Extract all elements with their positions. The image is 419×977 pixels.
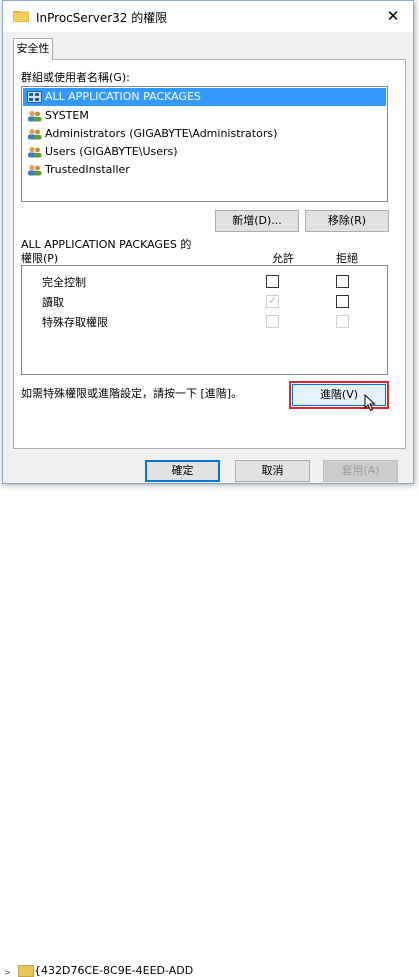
- dialog-title: InProcServer32 的權限: [36, 11, 168, 25]
- users-icon: [28, 146, 42, 158]
- users-icon: [28, 164, 42, 176]
- checkmark-icon: ✓: [268, 294, 278, 307]
- list-item-label: Users (GIGABYTE\Users): [45, 145, 178, 158]
- allow-special-checkbox[interactable]: [266, 315, 279, 328]
- close-icon: ✕: [386, 7, 400, 25]
- list-item-label: ALL APPLICATION PACKAGES: [45, 90, 201, 103]
- deny-special-checkbox[interactable]: [336, 315, 349, 328]
- permission-label: 讀取: [42, 296, 64, 309]
- add-button[interactable]: 新增(D)...: [215, 210, 299, 232]
- users-icon: [28, 110, 42, 122]
- permission-label: 特殊存取權限: [42, 316, 108, 329]
- apply-button[interactable]: 套用(A): [323, 460, 398, 482]
- list-item[interactable]: ALL APPLICATION PACKAGES: [23, 88, 386, 106]
- tab-security[interactable]: 安全性: [13, 38, 53, 60]
- list-item[interactable]: Administrators (GIGABYTE\Administrators): [23, 125, 386, 143]
- permissions-list: 完全控制 讀取 特殊存取權限 ✓: [21, 265, 388, 375]
- list-item[interactable]: TrustedInstaller: [23, 161, 386, 179]
- deny-read-checkbox[interactable]: [336, 295, 349, 308]
- list-item-label: SYSTEM: [45, 109, 89, 122]
- folder-icon: [13, 11, 29, 22]
- background-registry-key[interactable]: {432D76CE-8C9E-4EED-ADD: [34, 964, 193, 977]
- users-icon: [28, 128, 42, 140]
- groups-label: 群組或使用者名稱(G):: [21, 71, 130, 84]
- allow-full-control-checkbox[interactable]: [266, 275, 279, 288]
- permission-label: 完全控制: [42, 276, 86, 289]
- mouse-cursor-icon: [364, 394, 376, 412]
- advanced-hint: 如需特殊權限或進階設定，請按一下 [進階]。: [21, 387, 243, 400]
- list-item-label: TrustedInstaller: [45, 163, 130, 176]
- packages-icon: [27, 91, 42, 103]
- permissions-title-line2: 權限(P): [21, 252, 59, 265]
- cancel-button[interactable]: 取消: [235, 460, 310, 482]
- ok-button[interactable]: 確定: [145, 460, 220, 482]
- allow-column-header: 允許: [272, 252, 294, 265]
- expand-arrow-icon[interactable]: >: [4, 968, 11, 977]
- close-button[interactable]: ✕: [373, 1, 413, 32]
- list-item-label: Administrators (GIGABYTE\Administrators): [45, 127, 278, 140]
- deny-full-control-checkbox[interactable]: [336, 275, 349, 288]
- allow-read-checkbox[interactable]: ✓: [266, 294, 279, 308]
- list-item[interactable]: Users (GIGABYTE\Users): [23, 143, 386, 161]
- list-item[interactable]: SYSTEM: [23, 107, 386, 125]
- title-bar: InProcServer32 的權限 ✕: [3, 1, 413, 32]
- groups-listbox[interactable]: ALL APPLICATION PACKAGES SYSTEM Administ…: [21, 86, 388, 202]
- deny-column-header: 拒絕: [336, 252, 358, 265]
- remove-button[interactable]: 移除(R): [305, 210, 389, 232]
- folder-icon: [18, 965, 34, 977]
